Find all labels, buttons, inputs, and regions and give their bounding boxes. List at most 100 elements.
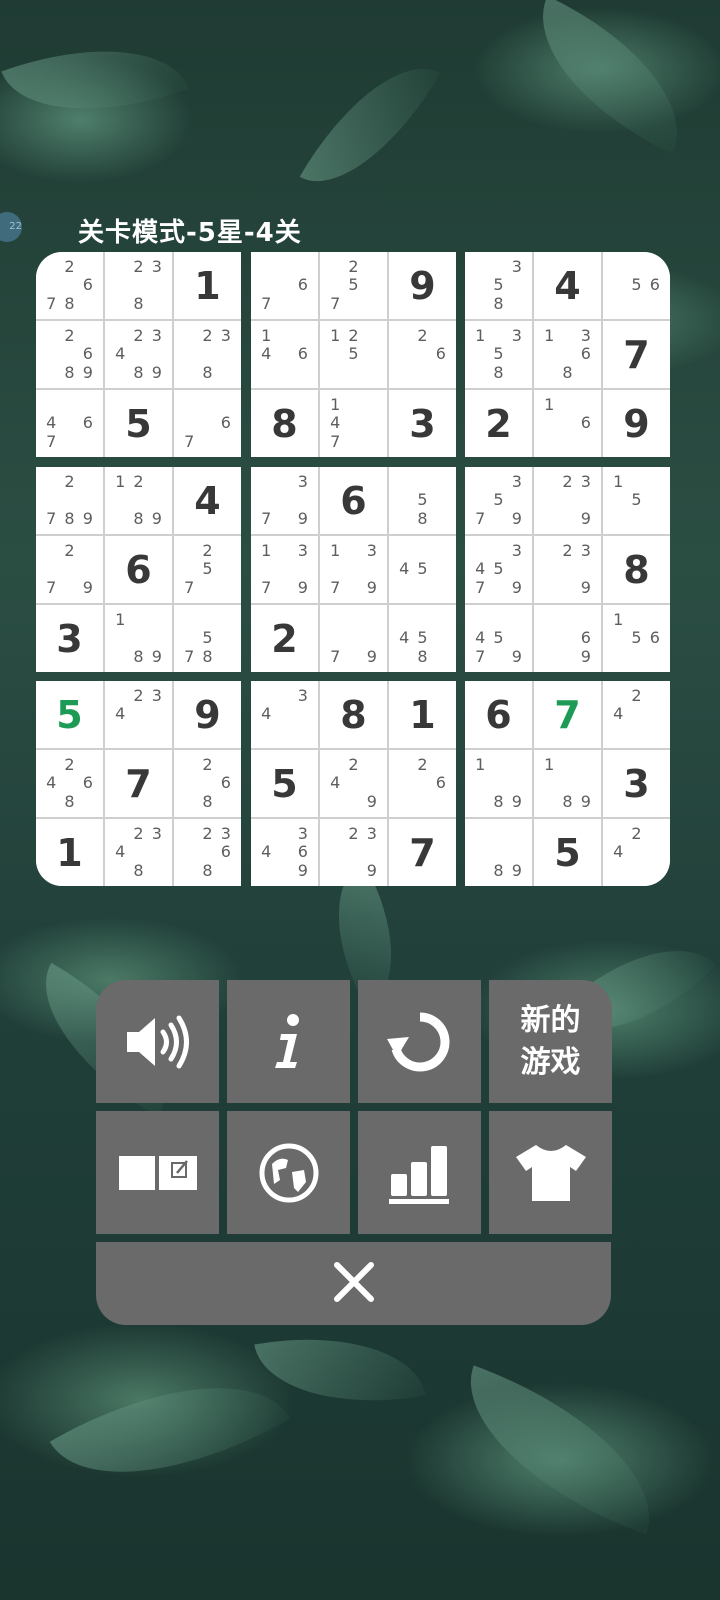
candidate-digit [42,491,60,509]
sudoku-cell[interactable]: 1 3 7 9 [320,536,387,603]
sudoku-cell[interactable]: 2689 [36,321,103,388]
sudoku-cell[interactable]: 67 [174,390,241,457]
sudoku-cell[interactable]: 3 4 69 [251,819,318,886]
sudoku-cell[interactable]: 3 [389,390,456,457]
sudoku-cell[interactable]: 7 [534,681,601,748]
sudoku-cell[interactable]: 4 [534,252,601,319]
sudoku-cell[interactable]: 125 [320,321,387,388]
sudoku-cell[interactable]: 2 [465,390,532,457]
sudoku-cell[interactable]: 2789 [36,467,103,534]
sudoku-cell[interactable]: 6 [105,536,172,603]
notes-toggle-button[interactable] [96,1111,219,1234]
sudoku-cell[interactable]: 3 [603,750,670,817]
sudoku-cell[interactable]: 16 [534,390,601,457]
sudoku-cell[interactable]: 3 [36,605,103,672]
sudoku-cell[interactable]: 458 [389,605,456,672]
sudoku-cell[interactable]: 358 [465,252,532,319]
sudoku-cell[interactable]: 15 [603,467,670,534]
sudoku-cell[interactable]: 1 3 7 9 [251,536,318,603]
sudoku-cell[interactable]: 6 [320,467,387,534]
sudoku-cell[interactable]: 7 [105,750,172,817]
sudoku-cell[interactable]: 26 [389,750,456,817]
sudoku-cell[interactable]: 24 68 [36,750,103,817]
sudoku-cell[interactable]: 23 9 [320,819,387,886]
sudoku-cell[interactable]: 1 368 [534,321,601,388]
sudoku-cell[interactable]: 2368 [174,819,241,886]
side-badge[interactable]: 22 [0,212,22,242]
sudoku-cell[interactable]: 5 [251,750,318,817]
sudoku-cell[interactable]: 268 [174,750,241,817]
sudoku-cell[interactable]: 457 9 [465,605,532,672]
sudoku-cell[interactable]: 45 [389,536,456,603]
sudoku-cell[interactable]: 9 [389,252,456,319]
sudoku-cell[interactable]: 89 [465,819,532,886]
sudoku-cell[interactable]: 7 [389,819,456,886]
sudoku-cell[interactable]: 8 [251,390,318,457]
restart-button[interactable] [358,980,481,1103]
sudoku-cell[interactable]: 58 [389,467,456,534]
sudoku-cell[interactable]: 357 9 [465,467,532,534]
sudoku-cell[interactable]: 3 457 9 [465,536,532,603]
sudoku-cell[interactable]: 69 [534,605,601,672]
sudoku-cell[interactable]: 189 [465,750,532,817]
sudoku-cell[interactable]: 1 [389,681,456,748]
sudoku-cell[interactable]: 8 [603,536,670,603]
sudoku-cell[interactable]: 23 9 [534,536,601,603]
candidate-digit [326,793,344,811]
sudoku-cell[interactable]: 27 9 [36,536,103,603]
new-game-button[interactable]: 新的 游戏 [489,980,612,1103]
sudoku-cell[interactable]: 1 [174,252,241,319]
sudoku-cell[interactable]: 14 6 [251,321,318,388]
candidate-digit: 9 [297,860,308,880]
statistics-button[interactable] [358,1111,481,1234]
sudoku-cell[interactable]: 238 [174,321,241,388]
sudoku-cell[interactable]: 67 [251,252,318,319]
sudoku-cell[interactable]: 4 6 7 [36,390,103,457]
candidate-digit [148,724,166,742]
sudoku-cell[interactable]: 4 [174,467,241,534]
sudoku-cell[interactable]: 147 [320,390,387,457]
sudoku-cell[interactable]: 578 [174,605,241,672]
info-button[interactable] [227,980,350,1103]
sound-button[interactable] [96,980,219,1103]
sudoku-cell[interactable]: 1 358 [465,321,532,388]
sudoku-cell[interactable]: 26 [389,321,456,388]
sudoku-cell[interactable]: 257 [174,536,241,603]
sudoku-cell[interactable]: 238 [105,252,172,319]
candidate-digit: 9 [580,508,591,528]
sudoku-cell[interactable]: 5 [36,681,103,748]
sudoku-cell[interactable]: 26 78 [36,252,103,319]
sudoku-cell[interactable]: 23 9 [534,467,601,534]
sudoku-cell[interactable]: 24 9 [320,750,387,817]
sudoku-cell[interactable]: 189 [534,750,601,817]
sudoku-cell[interactable]: 189 [105,605,172,672]
sudoku-cell[interactable]: 23 489 [105,321,172,388]
sudoku-cell[interactable]: 5 [105,390,172,457]
sudoku-cell[interactable]: 34 [251,681,318,748]
sudoku-cell[interactable]: 5 [534,819,601,886]
sudoku-cell[interactable]: 24 [603,681,670,748]
sudoku-cell[interactable]: 24 [603,819,670,886]
sudoku-cell[interactable]: 8 [320,681,387,748]
sudoku-cell[interactable]: 7 [603,321,670,388]
sudoku-cell[interactable]: 6 [465,681,532,748]
candidate-digit: 3 [297,686,308,706]
sudoku-cell[interactable]: 2 [251,605,318,672]
candidate-digit: 4 [613,704,624,724]
sudoku-cell[interactable]: 9 [174,681,241,748]
sudoku-cell[interactable]: 1 [36,819,103,886]
sudoku-cell[interactable]: 23 4 [105,681,172,748]
sudoku-cell[interactable]: 156 [603,605,670,672]
candidate-digit [627,862,645,880]
sudoku-cell[interactable]: 9 [603,390,670,457]
theme-button[interactable] [489,1111,612,1234]
close-menu-button[interactable] [96,1242,611,1325]
sudoku-cell[interactable]: 12 89 [105,467,172,534]
sudoku-cell[interactable]: 23 48 [105,819,172,886]
globe-button[interactable] [227,1111,350,1234]
sudoku-cell[interactable]: 56 [603,252,670,319]
candidate-digit: 1 [544,326,555,346]
sudoku-cell[interactable]: 3 7 9 [251,467,318,534]
sudoku-cell[interactable]: 79 [320,605,387,672]
sudoku-cell[interactable]: 257 [320,252,387,319]
